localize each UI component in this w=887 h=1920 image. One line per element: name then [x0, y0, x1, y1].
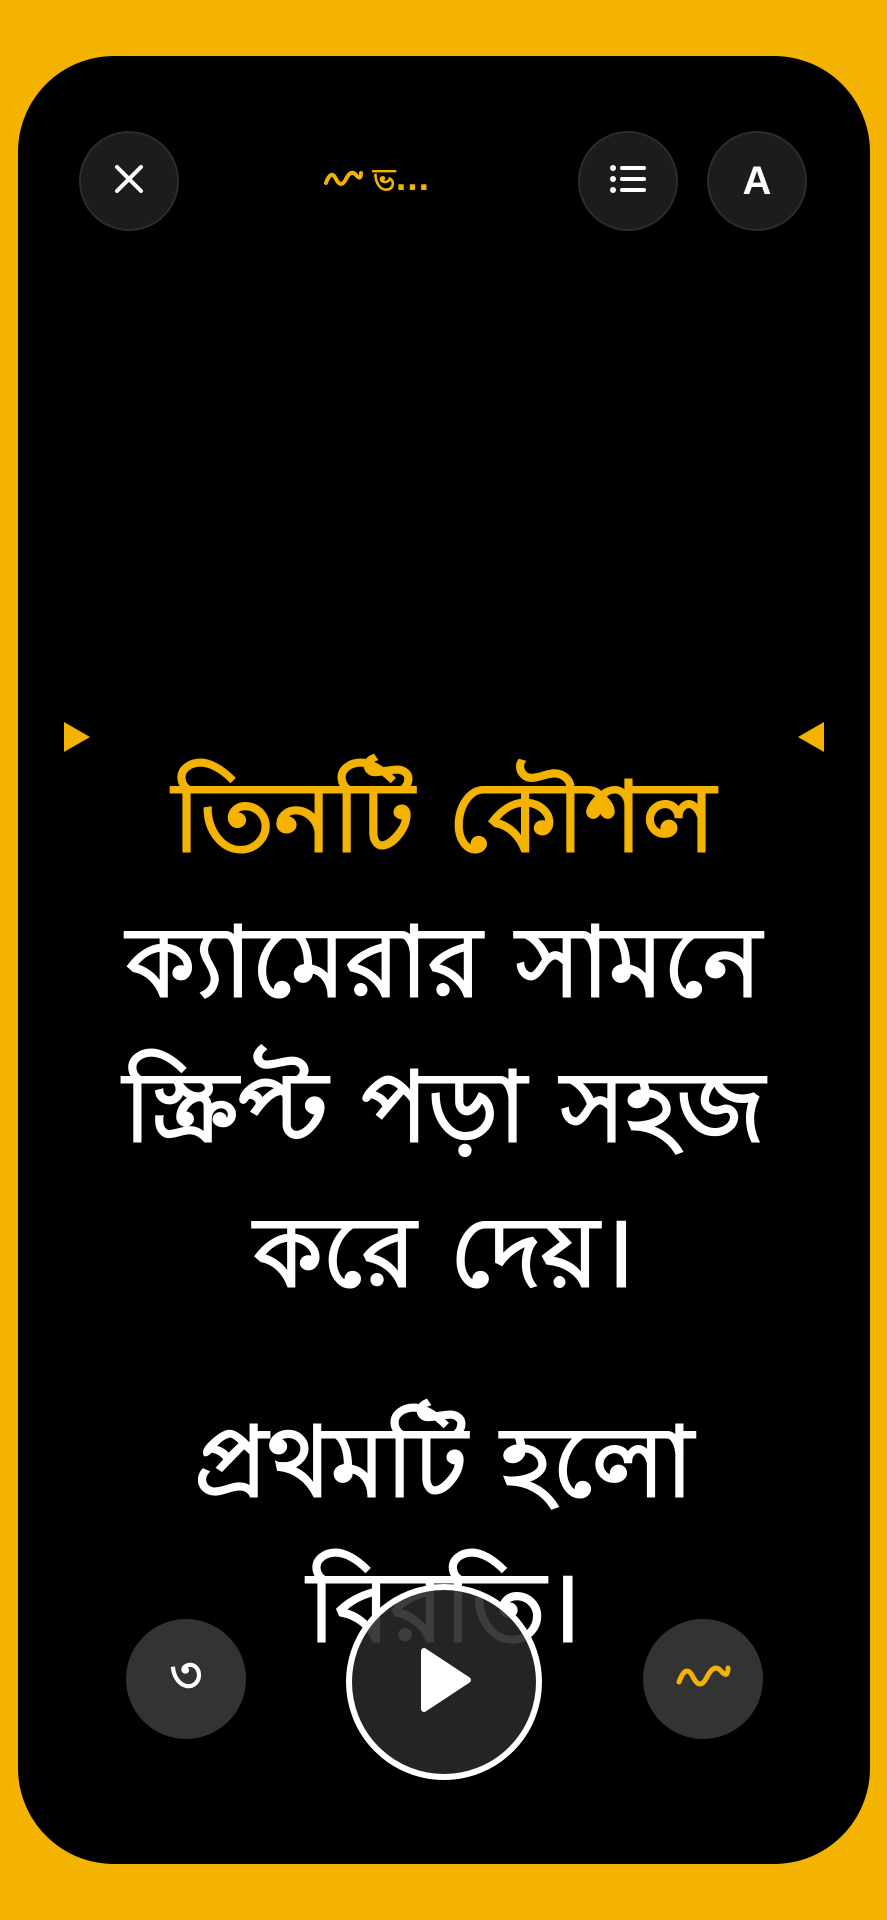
text-settings-button[interactable]: A — [707, 131, 807, 231]
countdown-button[interactable]: ৩ — [126, 1619, 246, 1739]
countdown-label: ৩ — [169, 1645, 203, 1704]
close-icon — [112, 162, 146, 200]
text-settings-label: A — [742, 158, 772, 203]
script-highlight: তিনটি কৌশল — [172, 761, 716, 875]
list-icon — [609, 164, 647, 198]
script-body: ক্যামেরার সামনে স্ক্রিপ্ট পড়া সহজ করে দ… — [123, 906, 765, 1310]
play-button[interactable] — [346, 1584, 542, 1780]
wave-icon — [323, 164, 363, 199]
voice-scroll-button[interactable] — [643, 1619, 763, 1739]
script-title-text: ভ... — [373, 162, 430, 198]
teleprompter-screen: ভ... A তিনটি কৌশল ক্যামেরার সামনে স্ক্রি — [18, 56, 870, 1864]
play-icon — [414, 1645, 474, 1719]
device-frame: ভ... A তিনটি কৌশল ক্যামেরার সামনে স্ক্রি — [0, 0, 887, 1920]
close-button[interactable] — [79, 131, 179, 231]
script-title[interactable]: ভ... — [323, 156, 430, 206]
scripts-list-button[interactable] — [578, 131, 678, 231]
script-text: তিনটি কৌশল ক্যামেরার সামনে স্ক্রিপ্ট পড়… — [58, 746, 830, 1681]
wave-icon — [675, 1660, 731, 1698]
